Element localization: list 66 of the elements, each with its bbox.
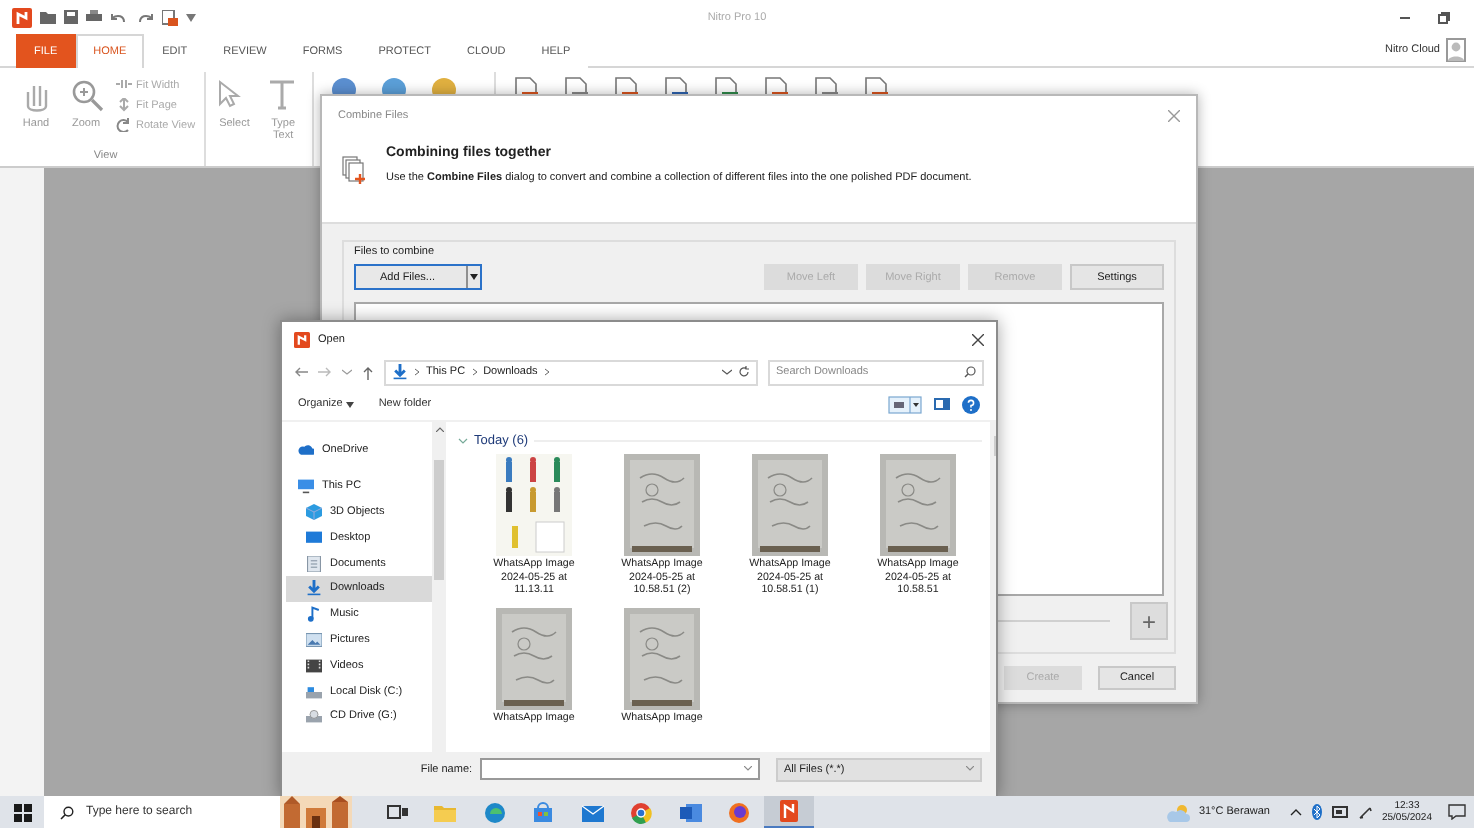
nitro-logo-icon bbox=[294, 331, 310, 347]
up-arrow-icon[interactable] bbox=[362, 365, 374, 379]
document-icon bbox=[306, 555, 322, 572]
cube-icon bbox=[306, 503, 322, 520]
browser-icon bbox=[630, 801, 653, 823]
display-icon[interactable] bbox=[1331, 805, 1348, 819]
nitro-logo-icon bbox=[12, 7, 32, 27]
file-name-field[interactable] bbox=[480, 758, 760, 780]
desktop-icon bbox=[306, 529, 322, 546]
chevron-down-icon bbox=[743, 766, 752, 772]
windows-start-icon[interactable] bbox=[13, 803, 31, 821]
search-icon bbox=[964, 366, 976, 378]
nitro-app-icon bbox=[777, 800, 800, 822]
caret-icon bbox=[466, 266, 480, 288]
cloud-sun-icon bbox=[1166, 803, 1193, 821]
document-app-icon bbox=[679, 801, 702, 823]
preview-pane-icon[interactable] bbox=[934, 398, 950, 410]
fit-width-icon[interactable] bbox=[116, 78, 132, 92]
avatar-icon[interactable] bbox=[1446, 38, 1466, 62]
open-icon[interactable] bbox=[40, 10, 56, 24]
zoom-icon[interactable] bbox=[69, 78, 103, 112]
shopping-bag-icon bbox=[532, 801, 555, 823]
caret-icon[interactable] bbox=[186, 13, 196, 21]
refresh-icon[interactable] bbox=[738, 366, 750, 378]
caret-icon bbox=[346, 401, 355, 407]
save-icon[interactable] bbox=[64, 10, 78, 24]
disc-drive-icon bbox=[306, 708, 322, 725]
print-icon[interactable] bbox=[86, 10, 102, 24]
drive-icon bbox=[306, 683, 322, 700]
close-icon[interactable] bbox=[972, 333, 984, 345]
back-arrow-icon[interactable] bbox=[294, 366, 308, 378]
taskbar-app[interactable] bbox=[764, 796, 813, 828]
chevron-down-icon[interactable] bbox=[722, 368, 732, 376]
redo-icon[interactable] bbox=[136, 11, 154, 23]
search-icon bbox=[60, 805, 74, 819]
browser-icon bbox=[483, 801, 506, 823]
chevron-up-icon[interactable] bbox=[1289, 808, 1302, 816]
bluetooth-icon[interactable] bbox=[1311, 804, 1322, 820]
document-tool-icon[interactable] bbox=[162, 9, 178, 25]
undo-icon[interactable] bbox=[110, 11, 128, 23]
pictures-icon bbox=[306, 631, 322, 648]
chevron-down-icon bbox=[966, 766, 974, 772]
folder-icon bbox=[434, 801, 457, 823]
mail-icon bbox=[581, 801, 604, 823]
fit-page-icon[interactable] bbox=[116, 98, 132, 112]
chevron-right-icon bbox=[414, 368, 420, 376]
download-icon bbox=[392, 364, 408, 380]
view-options-icon[interactable] bbox=[888, 395, 922, 413]
rotate-icon[interactable] bbox=[116, 118, 132, 132]
download-icon bbox=[306, 580, 322, 597]
help-icon[interactable] bbox=[962, 395, 980, 413]
cloud-icon bbox=[298, 442, 314, 459]
restore-icon[interactable] bbox=[1438, 11, 1450, 23]
pen-icon[interactable] bbox=[1357, 805, 1372, 819]
notification-icon[interactable] bbox=[1448, 804, 1466, 820]
computer-icon bbox=[298, 478, 314, 495]
scroll-up-icon[interactable] bbox=[435, 426, 443, 432]
minimize-icon[interactable] bbox=[1400, 11, 1410, 21]
browser-icon bbox=[728, 801, 751, 823]
chevron-right-icon bbox=[543, 368, 550, 376]
music-icon bbox=[306, 606, 322, 623]
chevron-right-icon bbox=[471, 368, 478, 376]
task-view-icon bbox=[385, 801, 408, 823]
combine-files-icon bbox=[342, 156, 366, 184]
add-button[interactable]: + bbox=[1130, 602, 1168, 640]
film-icon bbox=[306, 657, 322, 674]
